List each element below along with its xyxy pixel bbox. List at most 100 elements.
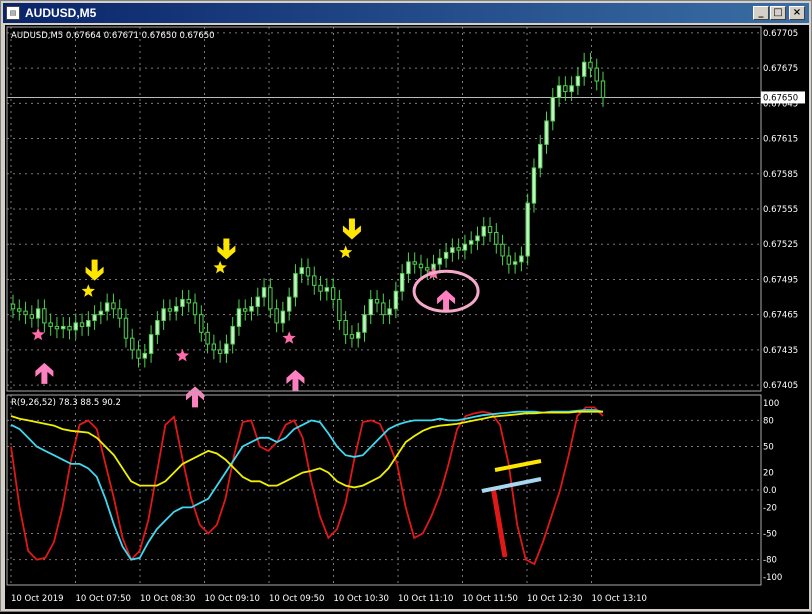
indicator-tick-label: -20 [763,503,777,513]
candle-body [274,308,279,324]
candle-body [393,290,399,310]
candle-body [48,322,53,327]
candle-body [538,143,543,169]
candle-body [563,85,568,93]
candle-body [42,308,47,324]
candle-body [111,302,116,310]
candle-body [512,261,518,265]
time-tick-label: 10 Oct 09:10 [205,594,260,604]
candle-body [29,314,35,319]
candle-body [205,331,210,345]
candle-body [362,314,367,333]
minimize-button[interactable]: _ [753,6,769,20]
close-button[interactable]: × [789,6,805,20]
indicator-tick-label: 80 [763,416,774,426]
candle-body [337,298,342,322]
candle-body [462,243,468,251]
price-tick-label: 0.67675 [763,64,798,74]
candle-body [412,261,417,265]
candle-body [525,202,530,257]
candle-body [148,334,154,354]
candle-body [123,317,129,339]
candle-body [280,310,286,324]
candle-body [550,96,555,122]
price-tick-label: 0.67615 [763,135,798,145]
candle-body [117,308,122,319]
title-bar[interactable]: ▤ AUDUSD,M5 _ □ × [3,3,809,23]
chart-svg[interactable]: 0.677050.676750.676450.676150.675850.675… [5,25,809,609]
time-tick-label: 10 Oct 11:10 [398,594,453,604]
candle-body [186,298,191,304]
price-panel-header: AUDUSD,M5 0.67664 0.67671 0.67650 0.6765… [11,31,215,41]
candle-body [569,85,574,93]
price-tick-label: 0.67525 [763,240,798,250]
candle-body [343,320,348,336]
candle-body [544,120,549,145]
candle-body [180,298,185,307]
candle-body [17,308,22,312]
chart-area[interactable]: 0.67705 0.67675 0.67645 0.67615 0.67585 0.675… [5,25,809,609]
candle-body [437,257,443,265]
maximize-button[interactable]: □ [770,6,786,20]
candle-body [531,167,537,204]
candle-body [67,325,72,331]
candle-body [468,240,474,245]
candle-body [255,296,260,307]
indicator-tick-label: 20 [763,469,774,479]
candle-body [79,322,85,327]
candle-body [249,305,254,312]
time-tick-label: 10 Oct 09:50 [269,594,324,604]
candle-body [104,302,110,312]
candle-body [556,85,562,98]
candle-body [261,287,267,298]
candle-body [268,287,273,310]
candle-body [243,308,248,312]
candle-body [487,226,493,233]
candle-body [61,325,66,330]
time-tick-label: 10 Oct 08:30 [140,594,195,604]
candle-body [130,337,135,351]
candle-body [368,298,373,316]
candle-body [581,61,587,77]
candle-body [305,267,311,277]
price-tick-label: 0.67405 [763,381,798,391]
indicator-tick-label: -80 [763,556,777,566]
candle-body [387,308,392,316]
candle-body [224,343,229,354]
price-tick-label: 0.67495 [763,275,798,285]
candle-body [481,226,486,237]
time-tick-label: 10 Oct 11:50 [463,594,518,604]
candle-body [86,320,91,327]
candle-body [173,305,179,312]
candle-body [406,261,411,275]
indicator-tick-label: 0.0 [763,486,777,496]
candle-body [519,255,524,263]
candle-body [136,349,141,359]
candle-body [23,310,28,316]
candle-body [318,284,323,292]
candle-body [142,352,148,359]
candle-body [506,255,512,265]
candle-body [211,343,217,351]
window-title: AUDUSD,M5 [25,6,97,20]
candle-body [443,251,449,259]
price-tick-label: 0.67465 [763,311,798,321]
candle-body [475,235,480,242]
candle-body [199,314,204,333]
candle-body [374,298,380,304]
candle-body [10,303,16,310]
time-tick-label: 10 Oct 2019 [11,594,64,604]
candle-body [293,273,298,298]
candle-body [312,275,317,286]
candle-body [73,322,78,331]
candle-body [35,308,41,319]
current-price-label: 0.67650 [763,93,798,103]
candle-body [588,61,593,69]
candle-body [92,314,97,322]
indicator-tick-label: -50 [763,530,777,540]
candle-body [356,331,361,339]
chart-window-icon: ▤ [6,6,20,20]
candle-body [167,308,173,312]
price-tick-label: 0.67705 [763,29,798,39]
candle-body [399,273,405,292]
